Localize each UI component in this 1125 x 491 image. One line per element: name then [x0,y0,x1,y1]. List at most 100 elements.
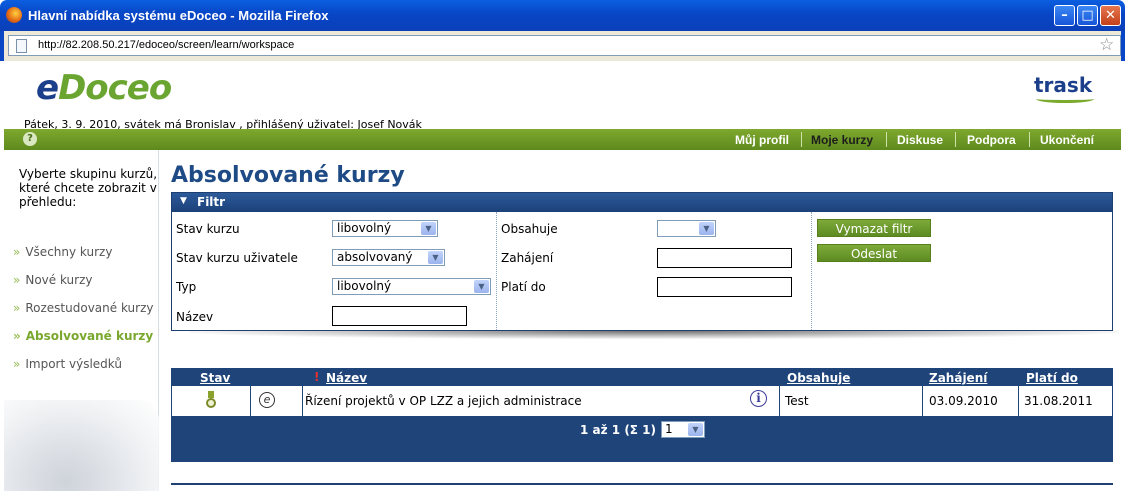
sort-indicator-icon: ! [314,370,320,384]
label-user-course-state: Stav kurzu uživatele [176,251,298,265]
nav-support[interactable]: Podpora [967,133,1016,147]
label-name: Název [176,310,214,324]
page-title: Absolvované kurzy [171,163,405,188]
cell-valid-to: 31.08.2011 [1019,386,1112,416]
sidebar-item-in-progress[interactable]: » Rozestudované kurzy [13,301,153,315]
select-value: libovolný [337,221,392,235]
contains-select[interactable]: ▼ [657,220,716,237]
dropdown-arrow-icon[interactable]: ▼ [421,222,436,235]
filter-title: Filtr [197,195,226,209]
page-content: eDoceo trask Pátek, 3. 9. 2010, svátek m… [4,61,1121,491]
column-header-name[interactable]: Název [326,371,367,385]
column-header-start[interactable]: Zahájení [929,371,987,385]
column-divider [811,212,812,330]
nav-discussion[interactable]: Diskuse [897,133,943,147]
page-select[interactable]: 1 ▼ [661,421,705,438]
filter-panel: ▼ Filtr Stav kurzu libovolný ▼ Stav kurz… [171,192,1113,331]
logo-e: e [36,68,59,108]
sidebar: Vyberte skupinu kurzů, které chcete zobr… [4,150,159,491]
sidebar-item-label: Rozestudované kurzy [25,301,154,315]
results-table: Stav ! Název Obsahuje Zahájení Platí do … [171,368,1113,462]
bullet-icon: » [13,245,21,259]
start-date-value: 03.09.2010 [929,394,998,408]
bullet-icon: » [13,329,21,343]
nav-my-profile[interactable]: Můj profil [735,133,789,147]
nav-my-courses[interactable]: Moje kurzy [811,133,873,147]
cell-status [172,386,251,416]
sidebar-item-label: Absolvované kurzy [25,329,154,343]
sidebar-item-label: Import výsledků [25,357,122,371]
cell-name: Řízení projektů v OP LZZ a jejich admini… [303,386,739,416]
column-divider [496,212,497,330]
sidebar-decoration-image [4,400,159,491]
bottom-divider [171,483,1113,485]
collapse-icon[interactable]: ▼ [180,196,187,206]
contains-value: Test [785,394,809,408]
medal-icon [206,391,216,409]
cell-start: 03.09.2010 [923,386,1019,416]
column-header-valid-to[interactable]: Platí do [1026,371,1078,385]
page-icon [16,39,27,53]
logo-rest: Doceo [58,68,172,108]
bullet-icon: » [13,357,21,371]
trask-logo-swoosh [1036,95,1094,103]
label-course-state: Stav kurzu [176,222,240,236]
bullet-icon: » [13,273,21,287]
close-button[interactable]: ✕ [1100,5,1121,26]
edoceo-logo[interactable]: eDoceo [36,68,172,108]
dropdown-arrow-icon[interactable]: ▼ [699,222,714,235]
sidebar-item-completed[interactable]: » Absolvované kurzy [13,329,153,343]
select-value: absolvovaný [337,250,413,264]
sidebar-intro: Vyberte skupinu kurzů, které chcete zobr… [19,167,158,209]
nav-separator [955,132,956,147]
valid-to-input[interactable] [657,277,792,297]
sidebar-item-label: Všechny kurzy [25,245,113,259]
bookmark-star-icon[interactable]: ☆ [1099,35,1114,55]
clear-filter-button[interactable]: Vymazat filtr [817,219,931,237]
trask-logo: trask [1034,73,1093,97]
cell-type: e [251,386,303,416]
sidebar-item-all-courses[interactable]: » Všechny kurzy [13,245,112,259]
url-text[interactable]: http://82.208.50.217/edoceo/screen/learn… [38,39,294,51]
dropdown-arrow-icon[interactable]: ▼ [474,280,489,293]
cell-info: i [739,386,780,416]
filter-shadow [189,331,1119,339]
select-value: libovolný [337,279,392,293]
info-icon[interactable]: i [750,390,767,407]
course-state-select[interactable]: libovolný ▼ [332,220,438,237]
table-row[interactable]: e Řízení projektů v OP LZZ a jejich admi… [172,386,1112,416]
url-field[interactable]: http://82.208.50.217/edoceo/screen/learn… [8,35,1121,56]
cell-contains: Test [780,386,923,416]
type-select[interactable]: libovolný ▼ [332,278,491,295]
maximize-button[interactable]: □ [1077,5,1098,26]
nav-separator [886,132,887,147]
label-valid-to: Platí do [501,280,546,294]
dropdown-arrow-icon[interactable]: ▼ [428,251,443,264]
main-nav: ? Můj profil Moje kurzy Diskuse Podpora … [4,129,1121,150]
column-header-contains[interactable]: Obsahuje [787,371,850,385]
firefox-icon [6,7,22,23]
window-title-bar[interactable]: Hlavní nabídka systému eDoceo - Mozilla … [0,0,1125,31]
pager-text: 1 až 1 (Σ 1) [580,423,657,437]
sidebar-item-label: Nové kurzy [25,273,93,287]
start-date-input[interactable] [657,248,792,268]
submit-button[interactable]: Odeslat [817,244,931,262]
label-contains: Obsahuje [501,222,558,236]
bullet-icon: » [13,301,21,315]
sidebar-item-import[interactable]: » Import výsledků [13,357,122,371]
dropdown-arrow-icon[interactable]: ▼ [688,423,703,436]
nav-separator [1029,132,1030,147]
nav-logout[interactable]: Ukončení [1040,133,1094,147]
minimize-button[interactable]: – [1054,5,1075,26]
sidebar-item-new-courses[interactable]: » Nové kurzy [13,273,92,287]
course-name-link[interactable]: Řízení projektů v OP LZZ a jejich admini… [305,394,582,408]
filter-header[interactable]: ▼ Filtr [172,193,1112,212]
name-input[interactable] [332,306,467,326]
user-course-state-select[interactable]: absolvovaný ▼ [332,249,445,266]
help-icon[interactable]: ? [23,132,37,146]
medal-disc [206,398,216,408]
medal-ribbon [208,391,214,398]
column-header-status[interactable]: Stav [200,371,230,385]
elearning-icon: e [259,392,275,408]
window-title: Hlavní nabídka systému eDoceo - Mozilla … [28,8,329,23]
